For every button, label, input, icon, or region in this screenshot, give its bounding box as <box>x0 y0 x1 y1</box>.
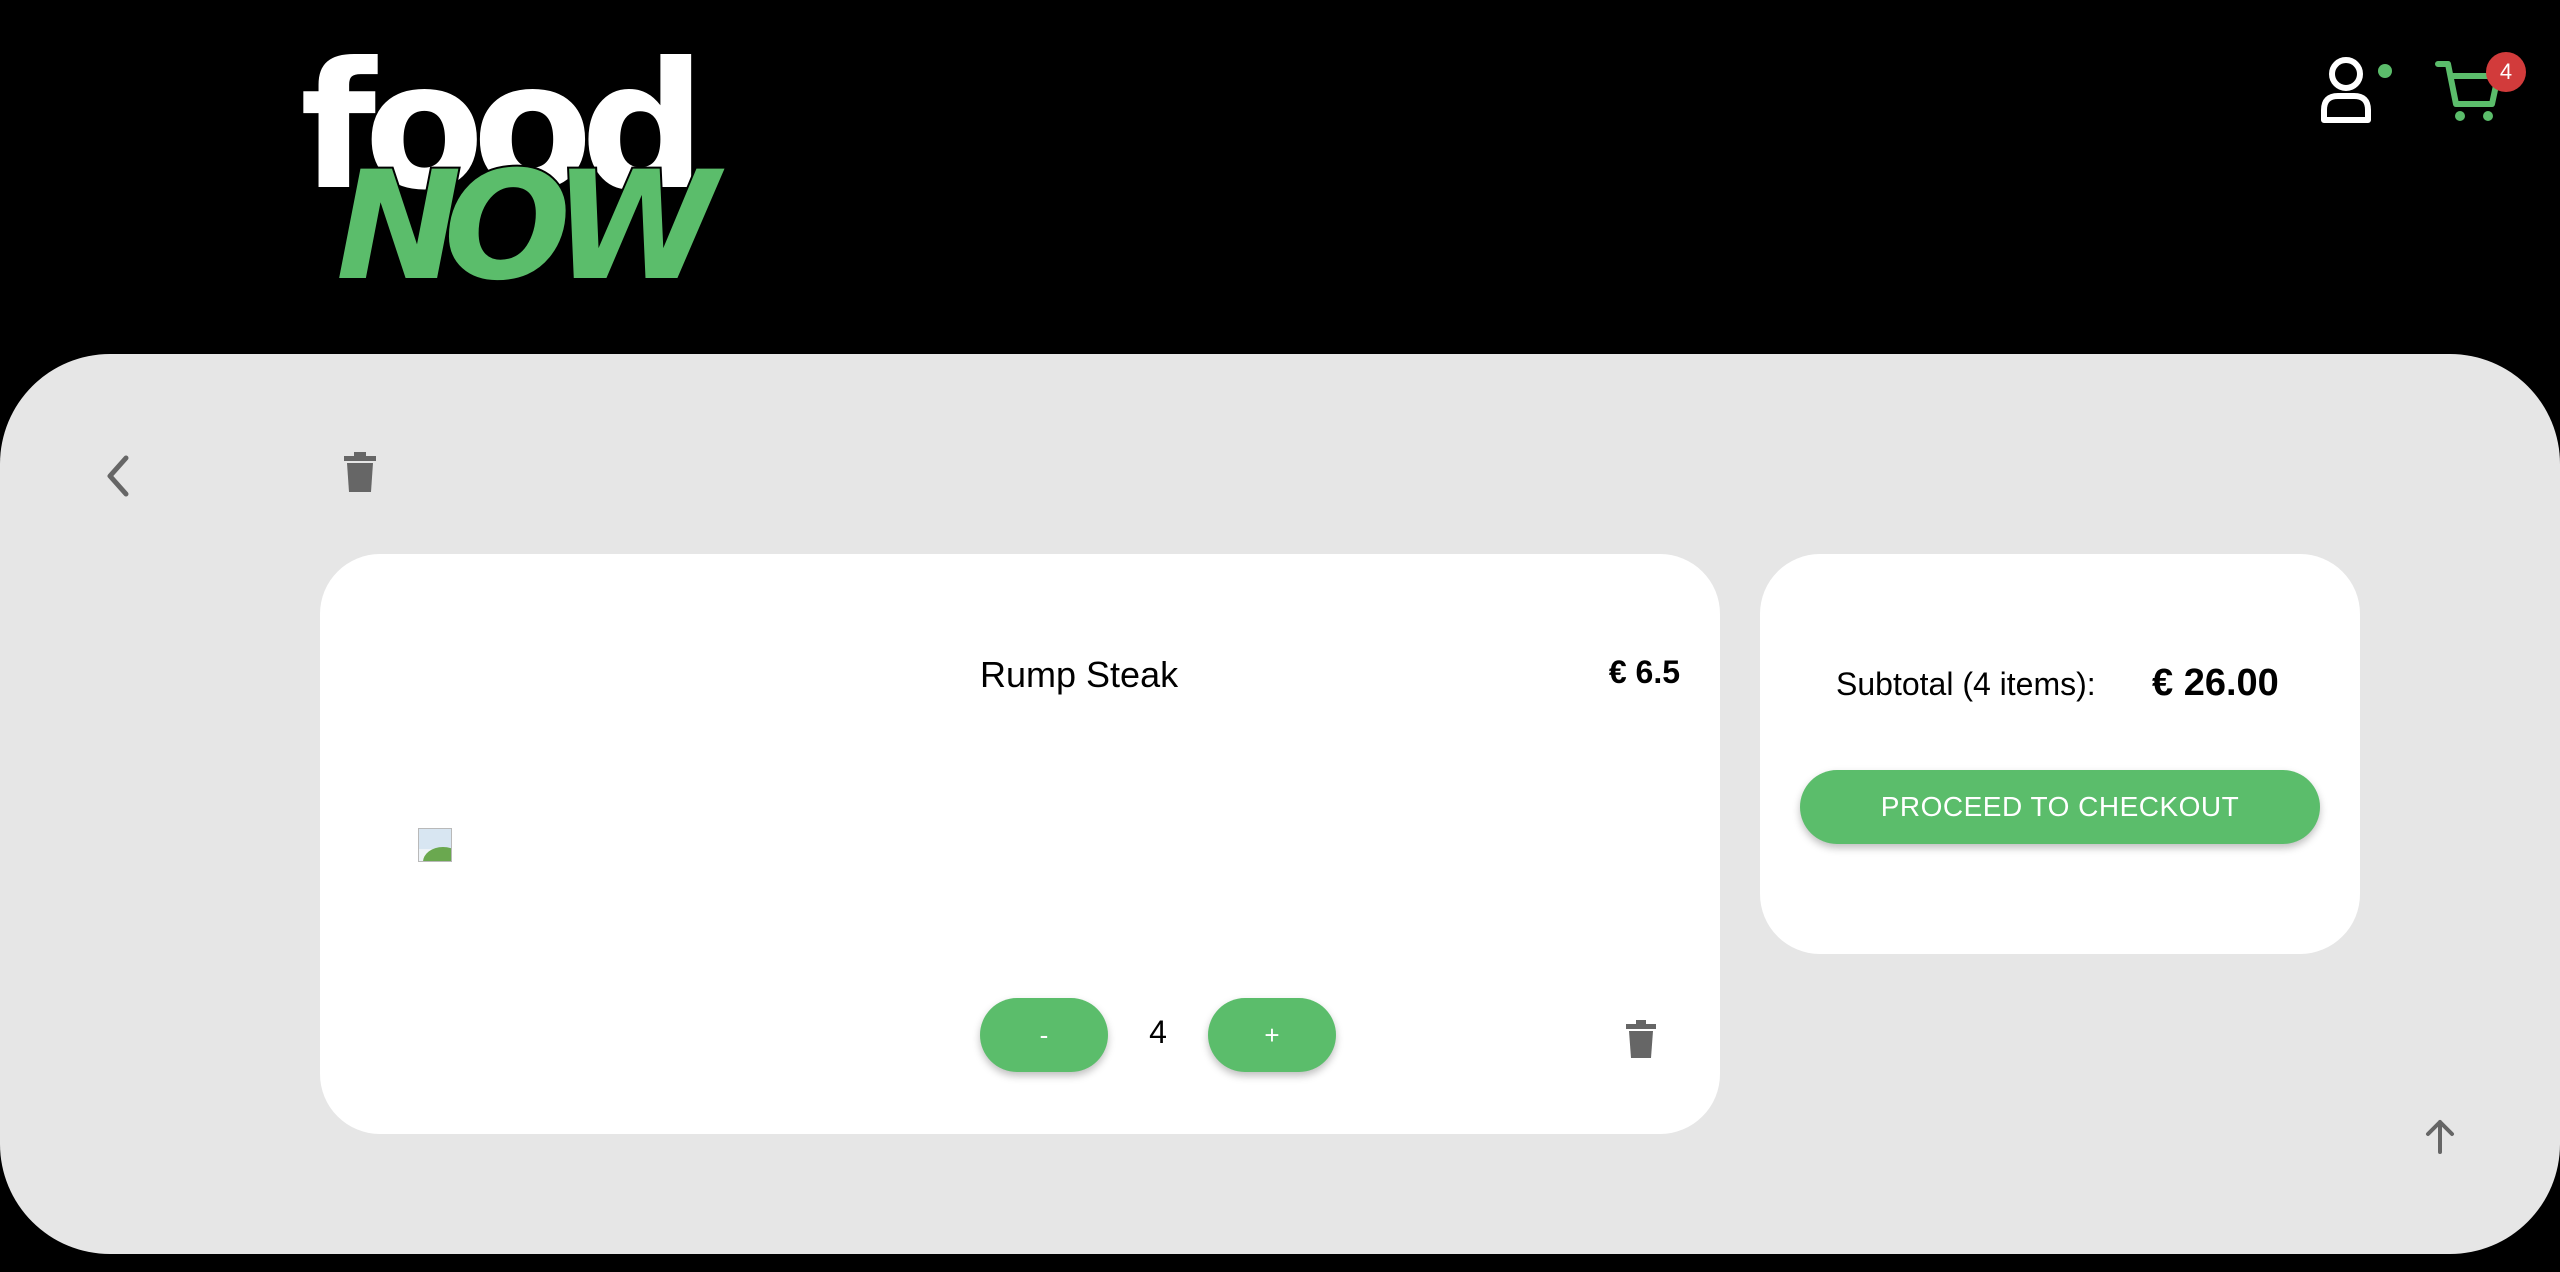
site-header: food NOW 4 <box>0 0 2560 356</box>
trash-icon <box>344 452 376 492</box>
foodnow-logo[interactable]: food NOW <box>300 40 720 304</box>
subtotal-value: € 26.00 <box>2152 662 2279 704</box>
item-name: Rump Steak <box>980 654 1179 695</box>
proceed-to-checkout-button[interactable]: PROCEED TO CHECKOUT <box>1800 770 2320 844</box>
clear-cart-button[interactable] <box>340 448 380 496</box>
cart-item-card: Rump Steak € 6.5 - 4 + <box>320 554 1720 1134</box>
chevron-left-icon <box>107 455 129 497</box>
logo-now-text: NOW <box>334 140 720 314</box>
arrow-up-icon <box>2426 1120 2454 1154</box>
cart-count-badge: 4 <box>2486 52 2526 92</box>
trash-icon <box>1626 1020 1656 1058</box>
item-price: € 6.5 <box>1608 654 1680 690</box>
remove-item-button[interactable] <box>1624 1018 1658 1060</box>
increment-quantity-button[interactable]: + <box>1208 998 1336 1072</box>
subtotal-label: Subtotal (4 items): <box>1836 666 2096 702</box>
online-status-dot <box>2378 64 2392 78</box>
item-quantity: 4 <box>1149 1014 1167 1050</box>
user-icon <box>2321 57 2371 123</box>
broken-image-icon <box>418 828 452 862</box>
order-summary-card: Subtotal (4 items): € 26.00 PROCEED TO C… <box>1760 554 2360 954</box>
user-account-button[interactable] <box>2318 52 2380 128</box>
scroll-to-top-button[interactable] <box>2418 1114 2462 1158</box>
back-button[interactable] <box>96 448 144 504</box>
decrement-quantity-button[interactable]: - <box>980 998 1108 1072</box>
